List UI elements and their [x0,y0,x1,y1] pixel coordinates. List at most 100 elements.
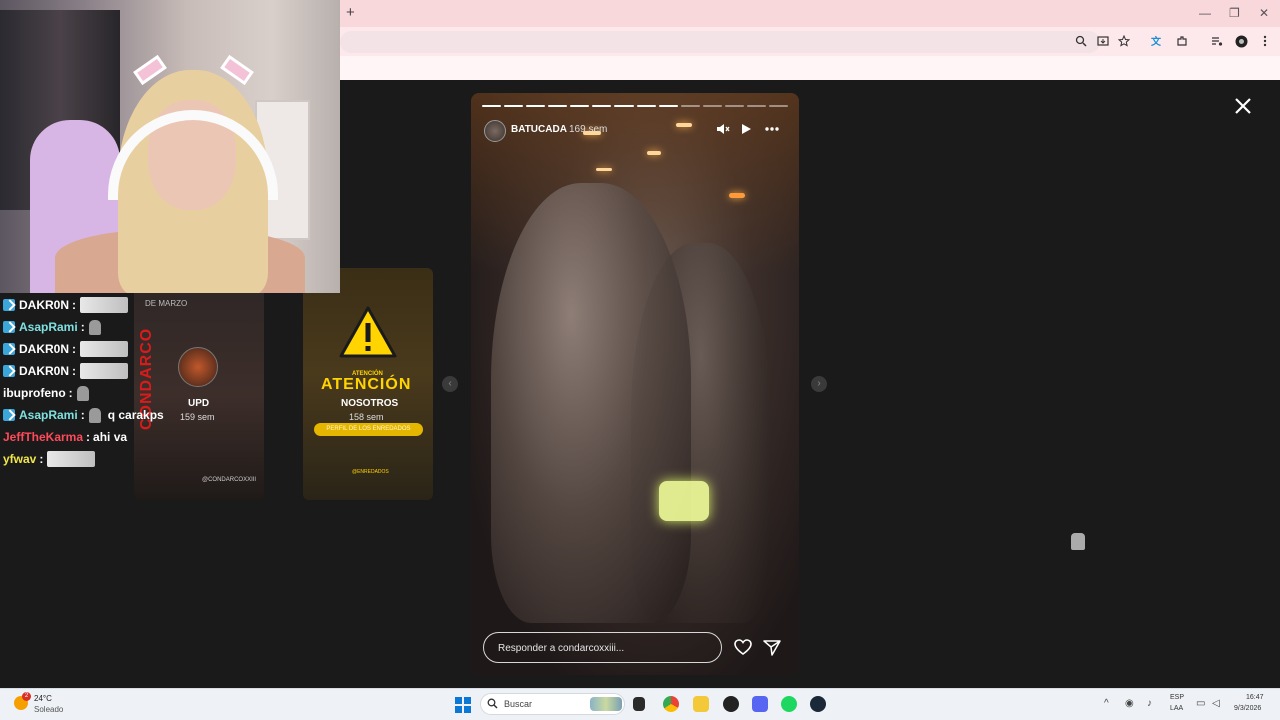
progress-segment [526,105,546,107]
story-light [729,193,745,198]
side-story-username: NOSOTROS [341,398,399,409]
chat-message: yfwav : [3,450,96,468]
close-icon[interactable] [1232,95,1254,117]
weather-badge: 2 [22,692,31,701]
tray-overflow-icon[interactable]: ^ [1104,699,1109,709]
progress-segment [724,105,744,107]
obs-icon[interactable] [723,696,739,712]
warning-icon [339,306,397,358]
chat-separator: : [86,430,91,444]
progress-segment [614,105,634,107]
clock-time[interactable]: 16:47 [1246,694,1264,701]
steam-icon[interactable] [810,696,826,712]
weather-description[interactable]: Soleado [34,705,63,714]
story-age: 169 sem [569,124,608,135]
chat-username[interactable]: JeffTheKarma [3,430,83,444]
close-window-button[interactable]: ✕ [1259,6,1269,20]
profile-icon[interactable] [1235,35,1248,48]
send-icon[interactable] [763,639,781,656]
microphone-icon[interactable]: ♪ [1147,699,1152,709]
side-story-footer: @ENREDADOS [352,469,389,475]
progress-segment [570,105,590,107]
story-light [596,168,612,171]
prime-badge-icon [3,365,15,377]
volume-icon[interactable]: ◁ [1212,699,1220,709]
chat-separator: : [72,298,77,312]
chat-username[interactable]: ibuprofeno [3,386,66,400]
chat-username[interactable]: DAKR0N [19,298,69,312]
install-icon[interactable] [1097,35,1109,47]
story-light [647,151,661,155]
chat-separator: : [68,386,73,400]
progress-segment [680,105,700,107]
chat-separator: : [72,364,77,378]
chat-separator: : [80,320,85,334]
address-bar[interactable] [340,31,1100,53]
progress-segment [548,105,568,107]
chat-separator: : [80,408,85,422]
chat-emote-icon [76,385,89,401]
story-progress-bar [482,105,789,108]
network-icon[interactable]: ◉ [1125,699,1134,709]
side-story-age: 158 sem [349,412,384,422]
chat-username[interactable]: yfwav [3,452,36,466]
progress-segment [769,105,789,107]
side-story-caption: DE MARZO [145,299,188,308]
search-icon [487,698,498,709]
chat-emote-icon [88,407,101,423]
minimize-button[interactable]: — [1199,6,1211,20]
chrome-icon[interactable] [663,696,679,712]
menu-icon[interactable] [1262,35,1268,47]
search-placeholder: Buscar [504,699,533,709]
side-story-footer: @CONDARCOXXIII [202,477,257,483]
chat-username[interactable]: AsapRami [19,320,78,334]
translate-icon[interactable]: 文 [1151,35,1163,47]
new-tab-button[interactable]: + [346,5,355,21]
chat-separator: : [39,452,44,466]
story-avatar[interactable] [484,120,506,142]
side-story-avatar [178,347,218,387]
progress-segment [636,105,656,107]
weather-temperature[interactable]: 24°C [34,694,52,703]
story-person [491,183,691,623]
chat-message: DAKR0N : [3,296,129,314]
restore-button[interactable]: ❐ [1229,6,1240,20]
keyboard-layout[interactable]: LAA [1170,705,1183,712]
next-story-arrow[interactable]: › [811,376,827,392]
search-highlight-image [590,697,622,711]
task-view-icon[interactable] [633,697,645,711]
side-story-pill: PERFIL DE LOS ENREDADOS [314,423,423,436]
previous-story-arrow[interactable]: ‹ [442,376,458,392]
chat-username[interactable]: AsapRami [19,408,78,422]
chat-emote-icon [88,319,101,335]
story-username[interactable]: BATUCADA [511,124,567,135]
language-indicator[interactable]: ESP [1170,694,1184,701]
display-icon[interactable]: ▭ [1196,699,1205,709]
chat-message: JeffTheKarma : ahi va [3,428,127,446]
more-options-icon[interactable] [764,122,780,136]
chat-emote-icon [80,341,129,357]
media-icon[interactable] [1211,35,1223,47]
chat-username[interactable]: DAKR0N [19,342,69,356]
discord-icon[interactable] [752,696,768,712]
clock-date[interactable]: 9/3/2026 [1234,705,1261,712]
story-video[interactable] [471,93,799,675]
play-icon[interactable] [740,122,752,136]
reply-placeholder: Responder a condarcoxxiii... [498,643,625,654]
mouse-cursor [1071,533,1085,550]
chat-message: DAKR0N : [3,362,129,380]
extensions-icon[interactable] [1176,35,1188,47]
spotify-icon[interactable] [781,696,797,712]
prime-badge-icon [3,299,15,311]
bookmark-star-icon[interactable] [1118,35,1130,47]
windows-start-icon[interactable] [455,697,471,713]
zoom-icon[interactable] [1075,35,1087,47]
like-heart-icon[interactable] [734,639,752,656]
svg-text:文: 文 [1151,35,1162,47]
chat-username[interactable]: DAKR0N [19,364,69,378]
file-explorer-icon[interactable] [693,696,709,712]
chat-message: ibuprofeno : [3,384,93,402]
chat-message: AsapRami : [3,318,105,336]
chat-emote-icon [47,451,96,467]
mute-icon[interactable] [716,122,730,136]
